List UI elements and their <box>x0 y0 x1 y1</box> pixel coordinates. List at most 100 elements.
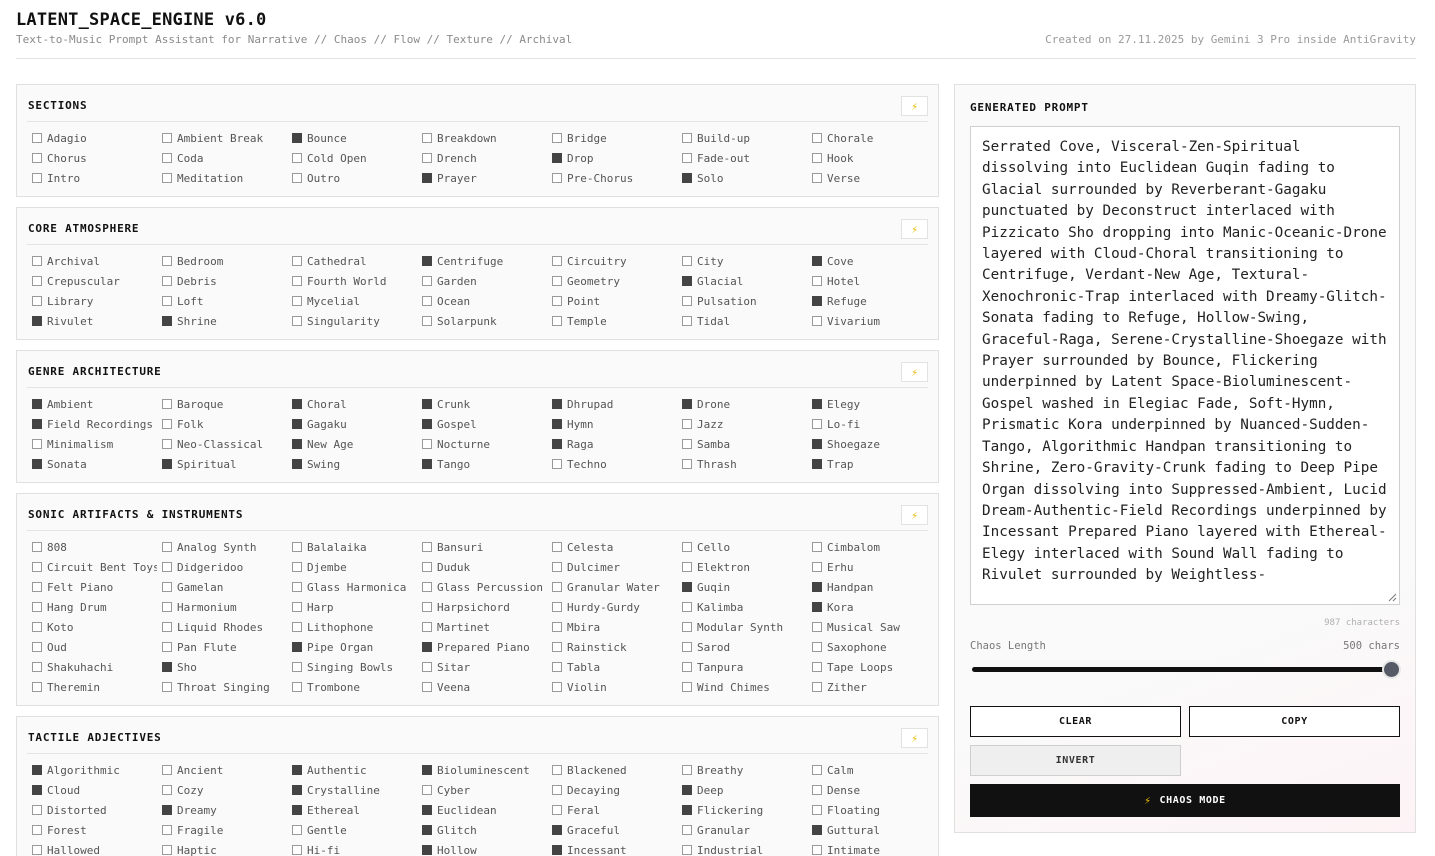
option-checkbox[interactable]: Ambient <box>27 394 157 414</box>
checkbox-unchecked-icon[interactable] <box>32 562 42 572</box>
option-checkbox[interactable]: Harmonium <box>157 597 287 617</box>
checkbox-checked-icon[interactable] <box>422 459 432 469</box>
option-checkbox[interactable]: Samba <box>677 434 807 454</box>
checkbox-unchecked-icon[interactable] <box>812 419 822 429</box>
option-checkbox[interactable]: Drop <box>547 148 677 168</box>
checkbox-unchecked-icon[interactable] <box>812 642 822 652</box>
checkbox-unchecked-icon[interactable] <box>422 785 432 795</box>
checkbox-checked-icon[interactable] <box>292 805 302 815</box>
checkbox-unchecked-icon[interactable] <box>422 662 432 672</box>
option-checkbox[interactable]: Bioluminescent <box>417 760 547 780</box>
option-checkbox[interactable]: Crystalline <box>287 780 417 800</box>
option-checkbox[interactable]: Blackened <box>547 760 677 780</box>
checkbox-checked-icon[interactable] <box>162 316 172 326</box>
checkbox-checked-icon[interactable] <box>682 173 692 183</box>
option-checkbox[interactable]: Point <box>547 291 677 311</box>
option-checkbox[interactable]: Martinet <box>417 617 547 637</box>
option-checkbox[interactable]: Haptic <box>157 840 287 856</box>
option-checkbox[interactable]: Granular Water <box>547 577 677 597</box>
option-checkbox[interactable]: Fourth World <box>287 271 417 291</box>
option-checkbox[interactable]: Tabla <box>547 657 677 677</box>
checkbox-unchecked-icon[interactable] <box>162 296 172 306</box>
checkbox-checked-icon[interactable] <box>422 845 432 855</box>
clear-button[interactable]: CLEAR <box>970 706 1181 737</box>
checkbox-unchecked-icon[interactable] <box>812 682 822 692</box>
option-checkbox[interactable]: Breathy <box>677 760 807 780</box>
checkbox-checked-icon[interactable] <box>422 825 432 835</box>
option-checkbox[interactable]: Intro <box>27 168 157 188</box>
option-checkbox[interactable]: Ambient Break <box>157 128 287 148</box>
randomize-section-button[interactable]: ⚡ <box>901 96 928 116</box>
checkbox-unchecked-icon[interactable] <box>682 316 692 326</box>
checkbox-unchecked-icon[interactable] <box>162 439 172 449</box>
checkbox-unchecked-icon[interactable] <box>682 622 692 632</box>
option-checkbox[interactable]: Lo-fi <box>807 414 937 434</box>
checkbox-unchecked-icon[interactable] <box>162 785 172 795</box>
checkbox-unchecked-icon[interactable] <box>292 256 302 266</box>
option-checkbox[interactable]: Geometry <box>547 271 677 291</box>
checkbox-checked-icon[interactable] <box>812 296 822 306</box>
checkbox-checked-icon[interactable] <box>32 399 42 409</box>
option-checkbox[interactable]: Koto <box>27 617 157 637</box>
option-checkbox[interactable]: Garden <box>417 271 547 291</box>
checkbox-checked-icon[interactable] <box>292 642 302 652</box>
checkbox-unchecked-icon[interactable] <box>32 845 42 855</box>
checkbox-unchecked-icon[interactable] <box>552 582 562 592</box>
option-checkbox[interactable]: Elegy <box>807 394 937 414</box>
checkbox-checked-icon[interactable] <box>812 459 822 469</box>
option-checkbox[interactable]: Jazz <box>677 414 807 434</box>
checkbox-unchecked-icon[interactable] <box>812 765 822 775</box>
option-checkbox[interactable]: Choral <box>287 394 417 414</box>
checkbox-unchecked-icon[interactable] <box>162 562 172 572</box>
checkbox-checked-icon[interactable] <box>812 256 822 266</box>
checkbox-unchecked-icon[interactable] <box>292 602 302 612</box>
checkbox-checked-icon[interactable] <box>292 419 302 429</box>
option-checkbox[interactable]: Algorithmic <box>27 760 157 780</box>
checkbox-unchecked-icon[interactable] <box>682 602 692 612</box>
option-checkbox[interactable]: Tango <box>417 454 547 474</box>
checkbox-unchecked-icon[interactable] <box>162 765 172 775</box>
checkbox-unchecked-icon[interactable] <box>682 133 692 143</box>
option-checkbox[interactable]: Bedroom <box>157 251 287 271</box>
checkbox-checked-icon[interactable] <box>812 825 822 835</box>
checkbox-unchecked-icon[interactable] <box>812 276 822 286</box>
checkbox-checked-icon[interactable] <box>552 399 562 409</box>
checkbox-checked-icon[interactable] <box>292 765 302 775</box>
option-checkbox[interactable]: Didgeridoo <box>157 557 287 577</box>
option-checkbox[interactable]: Musical Saw <box>807 617 937 637</box>
checkbox-unchecked-icon[interactable] <box>422 682 432 692</box>
option-checkbox[interactable]: Gamelan <box>157 577 287 597</box>
prompt-textarea[interactable]: Serrated Cove, Visceral-Zen-Spiritual di… <box>970 126 1400 605</box>
checkbox-unchecked-icon[interactable] <box>32 153 42 163</box>
option-checkbox[interactable]: Erhu <box>807 557 937 577</box>
option-checkbox[interactable]: Saxophone <box>807 637 937 657</box>
option-checkbox[interactable]: Hang Drum <box>27 597 157 617</box>
option-checkbox[interactable]: Raga <box>547 434 677 454</box>
randomize-section-button[interactable]: ⚡ <box>901 505 928 525</box>
checkbox-unchecked-icon[interactable] <box>292 825 302 835</box>
checkbox-checked-icon[interactable] <box>32 419 42 429</box>
option-checkbox[interactable]: Neo-Classical <box>157 434 287 454</box>
checkbox-unchecked-icon[interactable] <box>292 173 302 183</box>
checkbox-unchecked-icon[interactable] <box>32 622 42 632</box>
randomize-section-button[interactable]: ⚡ <box>901 219 928 239</box>
checkbox-checked-icon[interactable] <box>682 805 692 815</box>
checkbox-checked-icon[interactable] <box>422 805 432 815</box>
option-checkbox[interactable]: Crepuscular <box>27 271 157 291</box>
option-checkbox[interactable]: Folk <box>157 414 287 434</box>
option-checkbox[interactable]: Authentic <box>287 760 417 780</box>
option-checkbox[interactable]: Modular Synth <box>677 617 807 637</box>
option-checkbox[interactable]: Prepared Piano <box>417 637 547 657</box>
option-checkbox[interactable]: Hotel <box>807 271 937 291</box>
checkbox-unchecked-icon[interactable] <box>32 133 42 143</box>
checkbox-checked-icon[interactable] <box>32 459 42 469</box>
option-checkbox[interactable]: Thrash <box>677 454 807 474</box>
checkbox-checked-icon[interactable] <box>422 256 432 266</box>
checkbox-checked-icon[interactable] <box>812 399 822 409</box>
checkbox-unchecked-icon[interactable] <box>422 542 432 552</box>
option-checkbox[interactable]: Bounce <box>287 128 417 148</box>
option-checkbox[interactable]: Meditation <box>157 168 287 188</box>
option-checkbox[interactable]: Ancient <box>157 760 287 780</box>
checkbox-unchecked-icon[interactable] <box>552 562 562 572</box>
option-checkbox[interactable]: Dreamy <box>157 800 287 820</box>
